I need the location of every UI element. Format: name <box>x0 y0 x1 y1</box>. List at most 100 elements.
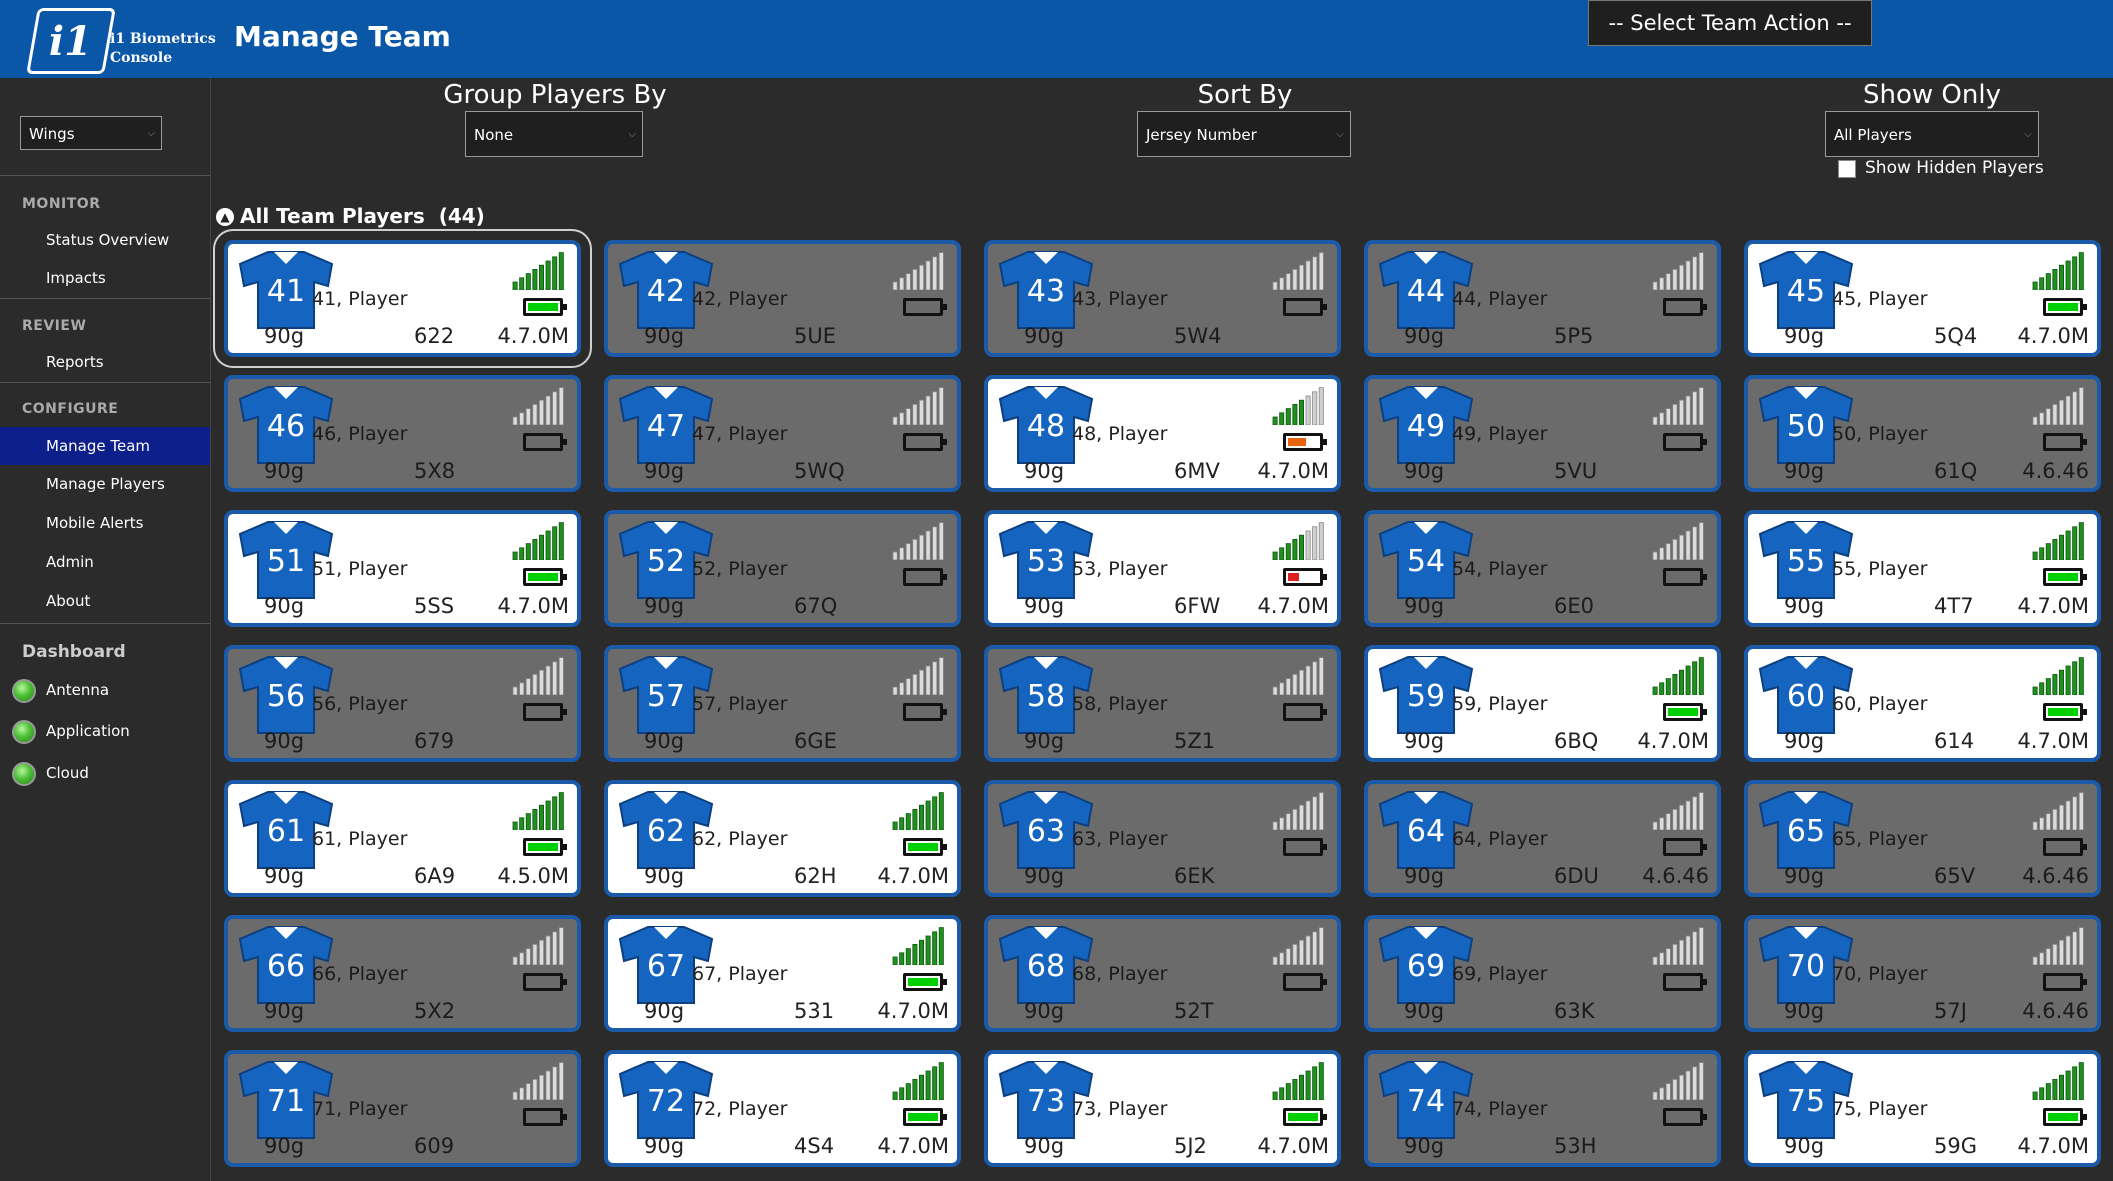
player-card[interactable]: 41 41, Player 90g 622 4.7.0M <box>213 229 592 368</box>
player-card[interactable]: 74 74, Player 90g 53H <box>1364 1050 1721 1167</box>
sensor-code: 531 <box>794 999 835 1023</box>
player-weight: 90g <box>264 324 305 348</box>
battery-icon <box>1283 433 1327 451</box>
battery-icon <box>523 433 567 451</box>
player-card[interactable]: 44 44, Player 90g 5P5 <box>1364 240 1721 357</box>
player-card[interactable]: 75 75, Player 90g 59G 4.7.0M <box>1744 1050 2101 1167</box>
signal-strength-icon <box>1271 385 1327 426</box>
player-card[interactable]: 56 56, Player 90g 679 <box>224 645 581 762</box>
player-card[interactable]: 60 60, Player 90g 614 4.7.0M <box>1744 645 2101 762</box>
player-name: 68, Player <box>1072 963 1168 985</box>
player-card[interactable]: 69 69, Player 90g 63K <box>1364 915 1721 1032</box>
sidebar-item-status-overview[interactable]: Status Overview <box>0 221 210 259</box>
player-card[interactable]: 52 52, Player 90g 67Q <box>604 510 961 627</box>
player-card[interactable]: 46 46, Player 90g 5X8 <box>224 375 581 492</box>
sort-by-select[interactable]: Jersey Number ⌵ <box>1137 111 1351 157</box>
player-card[interactable]: 54 54, Player 90g 6E0 <box>1364 510 1721 627</box>
battery-level <box>1288 1113 1318 1121</box>
sidebar-divider <box>0 298 210 299</box>
player-card[interactable]: 45 45, Player 90g 5Q4 4.7.0M <box>1744 240 2101 357</box>
show-only-select[interactable]: All Players ⌵ <box>1825 111 2039 157</box>
show-hidden-checkbox[interactable] <box>1838 160 1856 178</box>
player-name: 74, Player <box>1452 1098 1548 1120</box>
sidebar-item-impacts[interactable]: Impacts <box>0 259 210 297</box>
player-card[interactable]: 43 43, Player 90g 5W4 <box>984 240 1341 357</box>
firmware-version: 4.5.0M <box>497 864 569 888</box>
sensor-code: 5J2 <box>1174 1134 1207 1158</box>
team-action-select[interactable]: -- Select Team Action -- <box>1588 0 1872 46</box>
player-card[interactable]: 72 72, Player 90g 4S4 4.7.0M <box>604 1050 961 1167</box>
firmware-version: 4.7.0M <box>1637 729 1709 753</box>
battery-icon <box>2043 1108 2087 1126</box>
player-card[interactable]: 57 57, Player 90g 6GE <box>604 645 961 762</box>
player-name: 66, Player <box>312 963 408 985</box>
group-header[interactable]: ▲ All Team Players (44) <box>216 204 485 228</box>
sensor-code: 52T <box>1174 999 1214 1023</box>
player-name: 43, Player <box>1072 288 1168 310</box>
player-name: 45, Player <box>1832 288 1928 310</box>
player-card[interactable]: 70 70, Player 90g 57J 4.6.46 <box>1744 915 2101 1032</box>
player-card[interactable]: 62 62, Player 90g 62H 4.7.0M <box>604 780 961 897</box>
group-title: All Team Players <box>240 204 425 228</box>
show-only-label: Show Only <box>1863 80 2001 110</box>
sensor-code: 5SS <box>414 594 455 618</box>
sidebar-item-admin[interactable]: Admin <box>0 543 210 581</box>
player-card[interactable]: 59 59, Player 90g 6BQ 4.7.0M <box>1364 645 1721 762</box>
player-name: 72, Player <box>692 1098 788 1120</box>
sidebar-item-reports[interactable]: Reports <box>0 343 210 381</box>
battery-level <box>2048 708 2078 716</box>
signal-strength-icon <box>891 1060 947 1101</box>
sensor-code: 62H <box>794 864 837 888</box>
player-card[interactable]: 63 63, Player 90g 6EK <box>984 780 1341 897</box>
brand-line-1: i1 Biometrics <box>110 31 216 47</box>
player-weight: 90g <box>264 594 305 618</box>
sidebar-item-mobile-alerts[interactable]: Mobile Alerts <box>0 504 210 542</box>
team-select[interactable]: Wings ⌵ <box>20 116 162 150</box>
player-name: 55, Player <box>1832 558 1928 580</box>
player-card[interactable]: 53 53, Player 90g 6FW 4.7.0M <box>984 510 1341 627</box>
player-name: 70, Player <box>1832 963 1928 985</box>
player-weight: 90g <box>1024 999 1065 1023</box>
signal-strength-icon <box>1651 1060 1707 1101</box>
battery-icon <box>1283 973 1327 991</box>
player-name: 67, Player <box>692 963 788 985</box>
group-by-label: Group Players By <box>443 80 667 110</box>
sidebar-item-manage-team[interactable]: Manage Team <box>0 427 210 465</box>
battery-level <box>528 843 558 851</box>
player-weight: 90g <box>1784 324 1825 348</box>
player-card[interactable]: 61 61, Player 90g 6A9 4.5.0M <box>224 780 581 897</box>
battery-icon <box>903 298 947 316</box>
firmware-version: 4.7.0M <box>2017 729 2089 753</box>
player-name: 64, Player <box>1452 828 1548 850</box>
player-card[interactable]: 42 42, Player 90g 5UE <box>604 240 961 357</box>
player-name: 46, Player <box>312 423 408 445</box>
player-card[interactable]: 50 50, Player 90g 61Q 4.6.46 <box>1744 375 2101 492</box>
player-card[interactable]: 49 49, Player 90g 5VU <box>1364 375 1721 492</box>
player-card[interactable]: 68 68, Player 90g 52T <box>984 915 1341 1032</box>
signal-strength-icon <box>1271 655 1327 696</box>
player-card[interactable]: 55 55, Player 90g 4T7 4.7.0M <box>1744 510 2101 627</box>
player-card[interactable]: 71 71, Player 90g 609 <box>224 1050 581 1167</box>
player-card[interactable]: 64 64, Player 90g 6DU 4.6.46 <box>1364 780 1721 897</box>
signal-strength-icon <box>891 925 947 966</box>
player-card[interactable]: 65 65, Player 90g 65V 4.6.46 <box>1744 780 2101 897</box>
player-card[interactable]: 51 51, Player 90g 5SS 4.7.0M <box>224 510 581 627</box>
group-by-value: None <box>474 126 514 144</box>
sensor-code: 6E0 <box>1554 594 1594 618</box>
sidebar-item-about[interactable]: About <box>0 582 210 620</box>
player-card[interactable]: 48 48, Player 90g 6MV 4.7.0M <box>984 375 1341 492</box>
player-weight: 90g <box>644 864 685 888</box>
firmware-version: 4.7.0M <box>1257 1134 1329 1158</box>
player-card[interactable]: 58 58, Player 90g 5Z1 <box>984 645 1341 762</box>
chevron-down-icon: ⌵ <box>2024 129 2032 140</box>
group-by-select[interactable]: None ⌵ <box>465 111 643 157</box>
firmware-version: 4.7.0M <box>2017 324 2089 348</box>
player-card[interactable]: 47 47, Player 90g 5WQ <box>604 375 961 492</box>
player-card[interactable]: 73 73, Player 90g 5J2 4.7.0M <box>984 1050 1341 1167</box>
player-card[interactable]: 67 67, Player 90g 531 4.7.0M <box>604 915 961 1032</box>
sidebar-item-manage-players[interactable]: Manage Players <box>0 465 210 503</box>
battery-level <box>2048 1113 2078 1121</box>
collapse-icon[interactable]: ▲ <box>216 208 234 226</box>
player-card[interactable]: 66 66, Player 90g 5X2 <box>224 915 581 1032</box>
player-name: 51, Player <box>312 558 408 580</box>
